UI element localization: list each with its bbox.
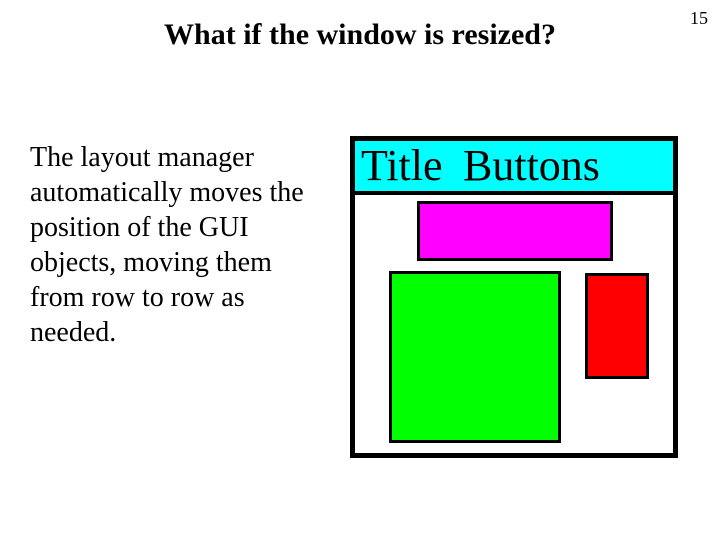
title-bar-buttons-label: Buttons xyxy=(463,141,600,191)
body-text: The layout manager automatically moves t… xyxy=(30,140,330,350)
gui-window: Title Buttons xyxy=(350,136,678,458)
red-rectangle xyxy=(585,273,649,379)
slide: 15 What if the window is resized? The la… xyxy=(0,0,720,540)
title-bar: Title Buttons xyxy=(355,141,673,195)
title-bar-title-label: Title xyxy=(361,141,443,191)
slide-heading: What if the window is resized? xyxy=(0,18,720,52)
magenta-rectangle xyxy=(417,201,613,261)
green-square xyxy=(389,271,561,443)
gui-inner: Title Buttons xyxy=(355,141,673,453)
